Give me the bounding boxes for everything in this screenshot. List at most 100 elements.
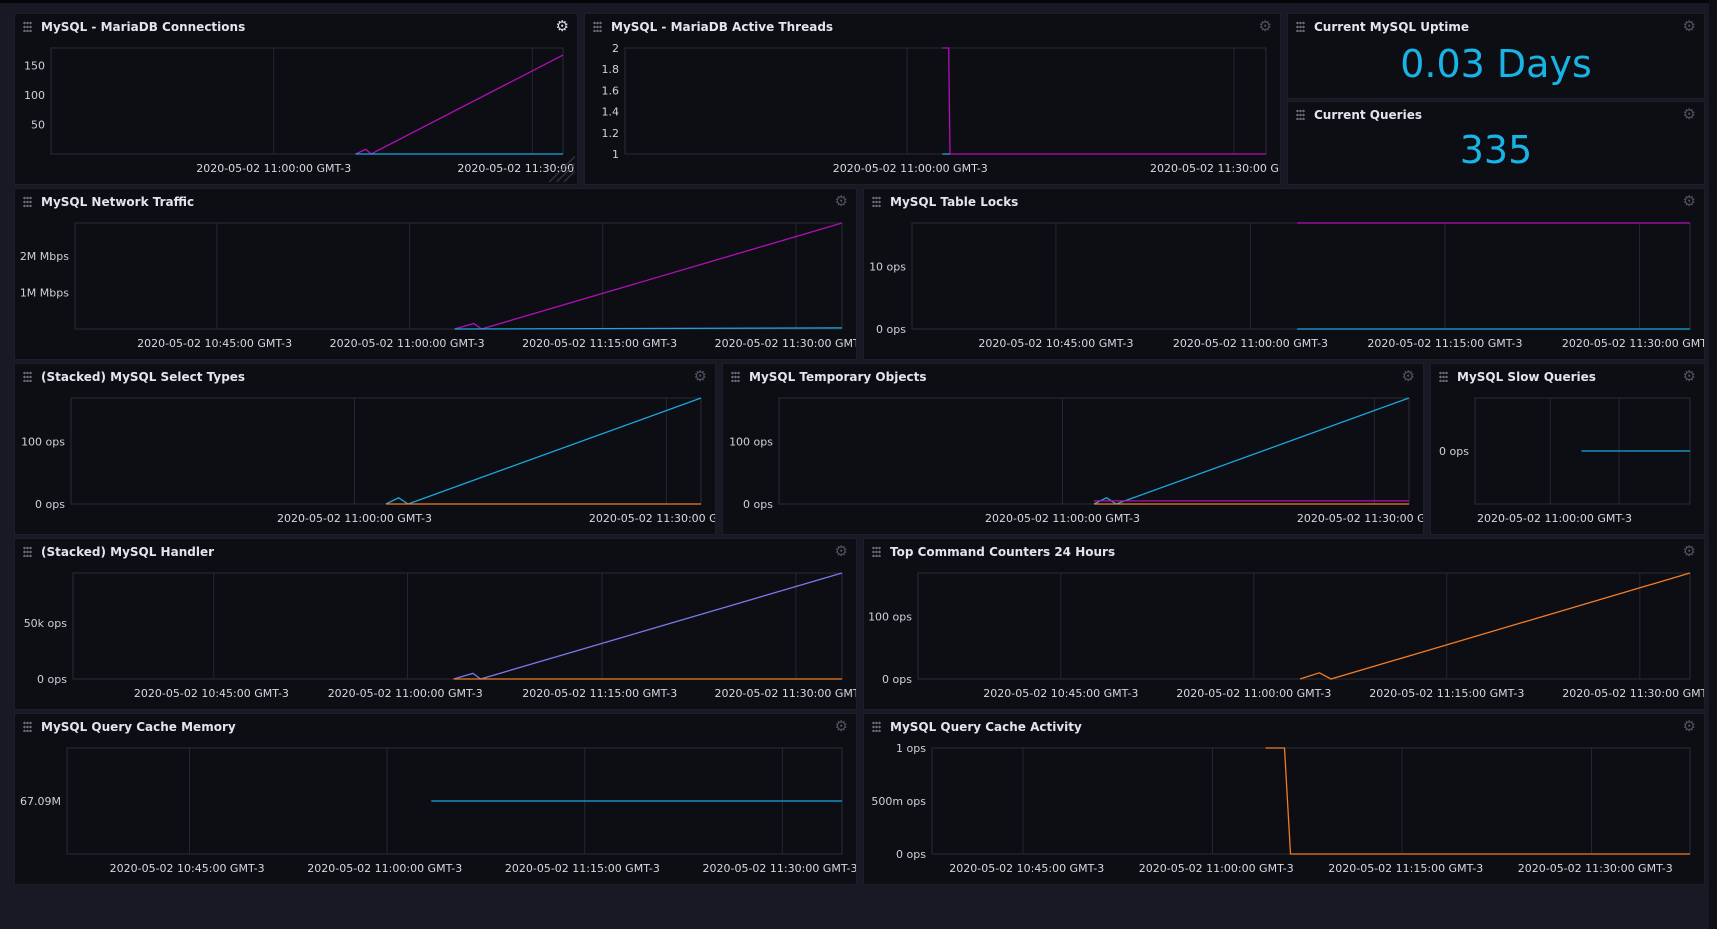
y-tick-label: 100 ops xyxy=(729,436,773,449)
panel-title: Current Queries xyxy=(1296,102,1422,128)
panel-mysql-table-locks: MySQL Table Locks ⚙ 10 ops 0 ops 2020-05-02 … xyxy=(863,188,1705,360)
y-tick-label: 1 ops xyxy=(896,742,926,755)
y-tick-label: 100 ops xyxy=(21,436,65,449)
panel-mysql-query-cache-activity: MySQL Query Cache Activity ⚙ 1 ops 500m ops… xyxy=(863,713,1705,885)
drag-handle-icon[interactable] xyxy=(1296,109,1305,120)
plot-area xyxy=(931,747,1691,855)
x-tick-label: 2020-05-02 11:30:00 GMT-3 xyxy=(1150,162,1280,175)
plot-area xyxy=(74,222,843,330)
plot-area xyxy=(50,47,564,155)
plot-area xyxy=(70,397,702,505)
y-tick-label: 100 ops xyxy=(868,611,912,624)
y-tick-label: 0 ops xyxy=(743,498,773,511)
x-tick-label: 2020-05-02 10:45:00 GMT-3 xyxy=(110,862,265,875)
plot-area xyxy=(911,222,1691,330)
x-tick-label: 2020-05-02 11:00:00 GMT-3 xyxy=(330,337,485,350)
dashboard: MySQL - MariaDB Connections ⚙ 150 100 50 2020… xyxy=(0,0,1717,929)
x-tick-label: 2020-05-02 11:00:00 GMT-3 xyxy=(985,512,1140,525)
plot-area xyxy=(624,47,1267,155)
panel-mysql-query-cache-memory: MySQL Query Cache Memory ⚙ 67.09M 2020-05-0… xyxy=(14,713,857,885)
x-tick-label: 2020-05-02 11:15:00 GMT-3 xyxy=(522,337,677,350)
series-line-magenta xyxy=(942,47,1266,155)
x-tick-label: 2020-05-02 11:15:00 GMT-3 xyxy=(1369,687,1524,700)
chart-mysql-temporary-objects: 100 ops 0 ops 2020-05-02 11:00:00 GMT-3 202… xyxy=(729,397,1423,525)
gear-icon[interactable]: ⚙ xyxy=(1683,19,1696,34)
panel-current-mysql-uptime: Current MySQL Uptime ⚙ 0.03 Days xyxy=(1287,13,1705,99)
x-tick-label: 2020-05-02 11:30:00 GMT-3 xyxy=(1562,687,1704,700)
x-tick-label: 2020-05-02 11:00:00 GMT-3 xyxy=(1477,512,1632,525)
x-tick-label: 2020-05-02 11:00:00 GMT-3 xyxy=(196,162,351,175)
y-tick-label: 0 ops xyxy=(896,848,926,861)
chart-mysql-mariadb-active-threads: 2 1.8 1.6 1.4 1.2 1 2020-05-02 11:00:00 GMT-3 2… xyxy=(602,42,1281,175)
y-tick-label: 2M Mbps xyxy=(20,250,69,263)
x-tick-label: 2020-05-02 11:15:00 GMT-3 xyxy=(522,687,677,700)
window-edge xyxy=(1709,0,1717,929)
panel-title-text: Current Queries xyxy=(1314,108,1422,122)
chart-mysql-table-locks: 10 ops 0 ops 2020-05-02 10:45:00 GMT-3 2020… xyxy=(869,222,1704,350)
chart-mysql-slow-queries: 0 ops 2020-05-02 11:00:00 GMT-3 xyxy=(1439,397,1691,525)
chart-stacked-mysql-handler: 50k ops 0 ops 2020-05-02 10:45:00 GMT-3 202… xyxy=(24,572,856,700)
chart-mysql-query-cache-activity: 1 ops 500m ops 0 ops 2020-05-02 10:45:00 GM… xyxy=(871,742,1691,875)
drag-handle-icon[interactable] xyxy=(1296,21,1305,32)
single-stat-value: 335 xyxy=(1459,128,1533,172)
x-tick-label: 2020-05-02 11:30:00 GMT-3 xyxy=(1518,862,1673,875)
x-tick-label: 2020-05-02 10:45:00 GMT-3 xyxy=(978,337,1133,350)
panel-stacked-mysql-select-types: (Stacked) MySQL Select Types ⚙ 100 ops 0 op… xyxy=(14,363,716,535)
x-tick-label: 2020-05-02 11:00:00 GMT-3 xyxy=(1176,687,1331,700)
y-tick-label: 1 xyxy=(612,148,619,161)
y-tick-label: 0 ops xyxy=(1439,445,1469,458)
x-tick-label: 2020-05-02 11:15:00 GMT-3 xyxy=(1328,862,1483,875)
series-line-magenta xyxy=(454,222,843,330)
y-tick-label: 150 xyxy=(24,60,45,73)
x-tick-label: 2020-05-02 11:15:00 GMT-3 xyxy=(1367,337,1522,350)
y-tick-label: 10 ops xyxy=(869,261,906,274)
resize-handle-icon[interactable] xyxy=(549,156,575,182)
panel-mysql-network-traffic: MySQL Network Traffic ⚙ 2M Mbps 1M Mbps 2020… xyxy=(14,188,857,360)
gear-icon[interactable]: ⚙ xyxy=(1683,107,1696,122)
series-line-orange xyxy=(1265,747,1690,855)
y-tick-label: 0 ops xyxy=(35,498,65,511)
panel-current-queries: Current Queries ⚙ 335 xyxy=(1287,101,1705,185)
y-tick-label: 1.8 xyxy=(602,63,620,76)
x-tick-label: 2020-05-02 11:30:00 GMT-3 xyxy=(715,337,856,350)
series-line-cyan xyxy=(385,397,702,505)
y-tick-label: 50k ops xyxy=(24,617,68,630)
panel-title: Current MySQL Uptime xyxy=(1296,14,1469,40)
x-tick-label: 2020-05-02 11:00:00 GMT-3 xyxy=(328,687,483,700)
x-tick-label: 2020-05-02 11:00:00 GMT-3 xyxy=(1139,862,1294,875)
y-tick-label: 1.4 xyxy=(602,106,620,119)
y-tick-label: 1.2 xyxy=(602,127,620,140)
y-tick-label: 0 ops xyxy=(882,673,912,686)
plot-area xyxy=(917,572,1691,680)
x-tick-label: 2020-05-02 11:30:00 GMT-3 xyxy=(589,512,715,525)
chart-mysql-query-cache-memory: 67.09M 2020-05-02 10:45:00 GMT-3 2020-05-0… xyxy=(20,747,856,875)
y-tick-label: 100 xyxy=(24,89,45,102)
x-tick-label: 2020-05-02 11:00:00 GMT-3 xyxy=(1173,337,1328,350)
x-tick-label: 2020-05-02 10:45:00 GMT-3 xyxy=(134,687,289,700)
x-tick-label: 2020-05-02 11:30:00 GMT-3 xyxy=(1297,512,1423,525)
panel-mysql-mariadb-connections: MySQL - MariaDB Connections ⚙ 150 100 50 2020… xyxy=(14,13,578,185)
plot-area xyxy=(72,572,843,680)
chart-top-command-counters-24-hours: 100 ops 0 ops 2020-05-02 10:45:00 GMT-3 202… xyxy=(868,572,1704,700)
x-tick-label: 2020-05-02 11:30:00 GMT-3 xyxy=(715,687,856,700)
x-tick-label: 2020-05-02 11:00:00 GMT-3 xyxy=(277,512,432,525)
series-line-cyan xyxy=(1093,397,1410,505)
y-tick-label: 500m ops xyxy=(871,795,926,808)
series-line-blue xyxy=(453,572,843,680)
chart-stacked-mysql-select-types: 100 ops 0 ops 2020-05-02 11:00:00 GMT-3 202… xyxy=(21,397,715,525)
panel-top-command-counters-24-hours: Top Command Counters 24 Hours ⚙ 100 ops 0 o… xyxy=(863,538,1705,710)
chart-mysql-network-traffic: 2M Mbps 1M Mbps 2020-05-02 10:45:00 GMT-3 2… xyxy=(20,222,856,350)
x-tick-label: 2020-05-02 10:45:00 GMT-3 xyxy=(983,687,1138,700)
top-border xyxy=(0,0,1717,3)
plot-area xyxy=(778,397,1410,505)
panel-stacked-mysql-handler: (Stacked) MySQL Handler ⚙ 50k ops 0 ops 2020… xyxy=(14,538,857,710)
panel-mysql-slow-queries: MySQL Slow Queries ⚙ 0 ops 2020-05-02 11:00… xyxy=(1430,363,1705,535)
y-tick-label: 0 ops xyxy=(37,673,67,686)
y-tick-label: 1M Mbps xyxy=(20,286,69,299)
series-line-orange xyxy=(1299,572,1691,680)
panel-mysql-temporary-objects: MySQL Temporary Objects ⚙ 100 ops 0 ops 2020… xyxy=(722,363,1424,535)
y-tick-label: 67.09M xyxy=(20,795,61,808)
x-tick-label: 2020-05-02 11:15:00 GMT-3 xyxy=(505,862,660,875)
x-tick-label: 2020-05-02 11:00:00 GMT-3 xyxy=(833,162,988,175)
x-tick-label: 2020-05-02 10:45:00 GMT-3 xyxy=(137,337,292,350)
